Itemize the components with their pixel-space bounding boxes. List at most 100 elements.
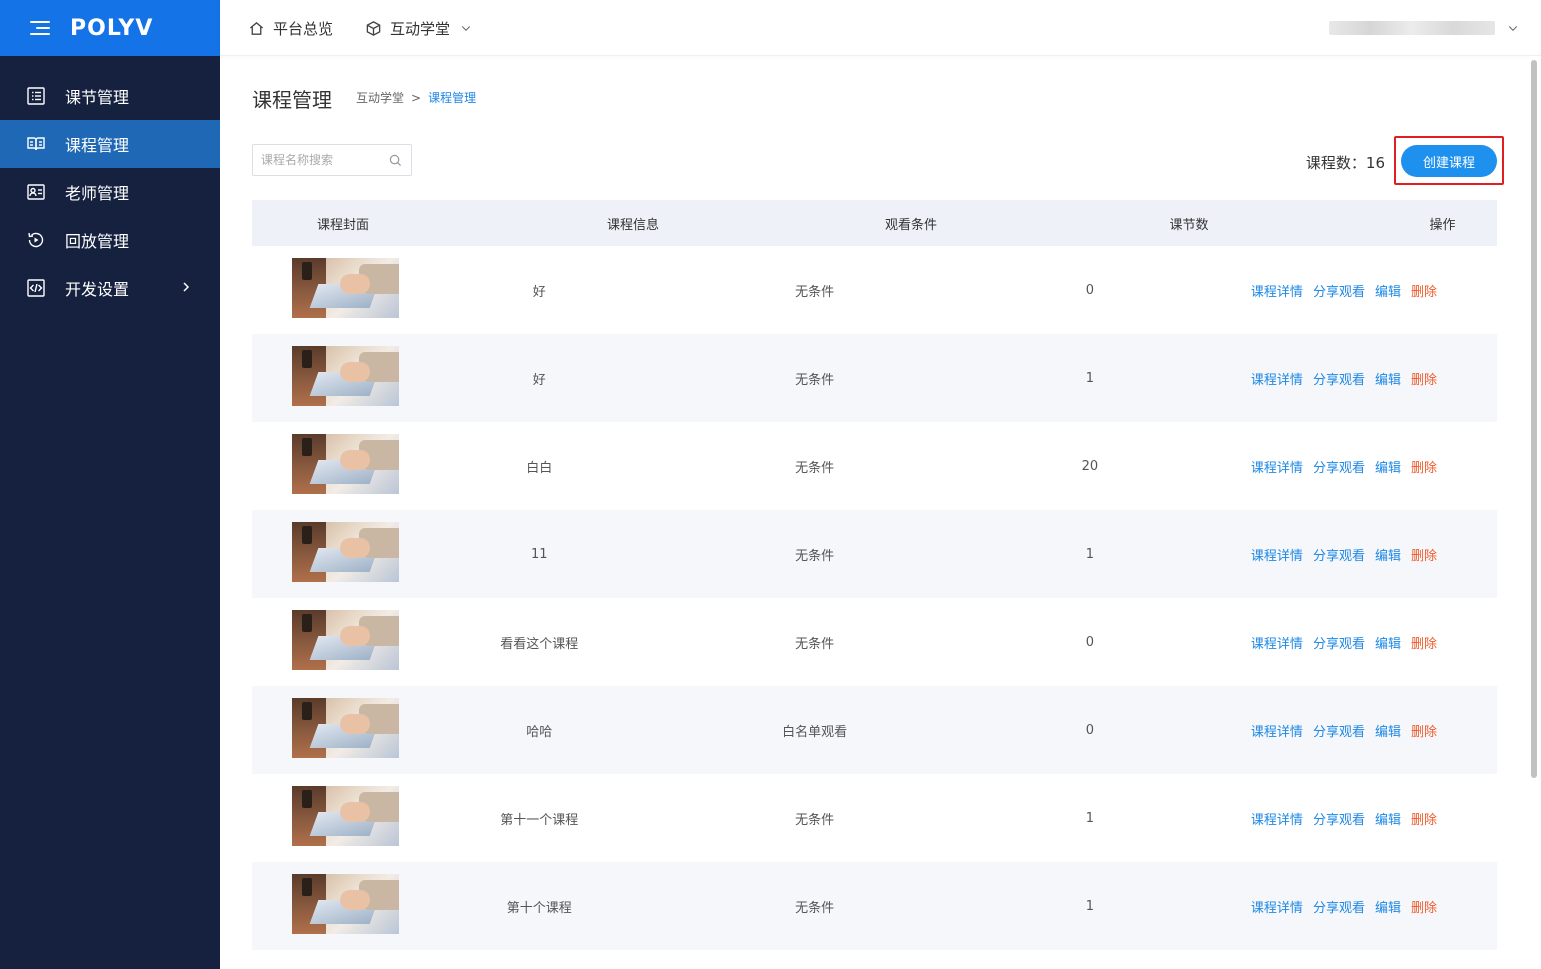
share-watch-link[interactable]: 分享观看: [1313, 897, 1365, 916]
edit-link[interactable]: 编辑: [1375, 545, 1401, 564]
share-watch-link[interactable]: 分享观看: [1313, 809, 1365, 828]
share-watch-link[interactable]: 分享观看: [1313, 457, 1365, 476]
user-menu[interactable]: [1329, 0, 1519, 56]
scrollbar[interactable]: [1529, 56, 1541, 969]
column-header-condition: 观看条件: [884, 217, 937, 233]
delete-link[interactable]: 删除: [1411, 457, 1437, 476]
edit-link[interactable]: 编辑: [1375, 897, 1401, 916]
platform-overview-link[interactable]: 平台总览: [248, 0, 333, 56]
course-name: 11: [530, 546, 548, 562]
row-actions: 课程详情 分享观看 编辑 删除: [1191, 457, 1497, 476]
course-detail-link[interactable]: 课程详情: [1251, 721, 1303, 740]
course-name: 哈哈: [526, 724, 553, 740]
edit-link[interactable]: 编辑: [1375, 457, 1401, 476]
sidebar-item-label: 课程管理: [65, 136, 130, 155]
share-watch-link[interactable]: 分享观看: [1313, 281, 1365, 300]
course-detail-link[interactable]: 课程详情: [1251, 281, 1303, 300]
row-actions: 课程详情 分享观看 编辑 删除: [1191, 545, 1497, 564]
table-row: 看看这个课程 无条件 0 课程详情 分享观看 编辑 删除: [252, 598, 1497, 686]
breadcrumb-item[interactable]: 互动学堂: [356, 89, 404, 106]
edit-link[interactable]: 编辑: [1375, 369, 1401, 388]
watch-condition: 无条件: [795, 812, 835, 828]
id-card-icon: [25, 181, 47, 203]
row-actions: 课程详情 分享观看 编辑 删除: [1191, 633, 1497, 652]
course-count-label: 课程数：: [1305, 154, 1366, 172]
column-header-actions: 操作: [1429, 217, 1456, 233]
cover-cell: [252, 874, 438, 938]
logo: POLYV: [70, 15, 154, 41]
delete-link[interactable]: 删除: [1411, 897, 1437, 916]
chevron-down-icon: [461, 26, 471, 31]
cover-cell: [252, 346, 438, 410]
session-count: 0: [1085, 722, 1095, 738]
chevron-down-icon: [1508, 26, 1518, 31]
sidebar-nav: 课节管理 课程管理 老师管理 回放管理 开发设置: [0, 56, 220, 312]
course-detail-link[interactable]: 课程详情: [1251, 457, 1303, 476]
share-watch-link[interactable]: 分享观看: [1313, 545, 1365, 564]
sidebar-item-courses[interactable]: 课程管理: [0, 120, 220, 168]
watch-condition: 无条件: [795, 548, 835, 564]
delete-link[interactable]: 删除: [1411, 721, 1437, 740]
watch-condition: 无条件: [795, 900, 835, 916]
session-count: 0: [1085, 634, 1095, 650]
course-detail-link[interactable]: 课程详情: [1251, 809, 1303, 828]
row-actions: 课程详情 分享观看 编辑 删除: [1191, 369, 1497, 388]
delete-link[interactable]: 删除: [1411, 545, 1437, 564]
sidebar-item-label: 课节管理: [65, 88, 130, 107]
share-watch-link[interactable]: 分享观看: [1313, 721, 1365, 740]
delete-link[interactable]: 删除: [1411, 633, 1437, 652]
search-icon[interactable]: [389, 154, 402, 167]
table-row: 第十一个课程 无条件 1 课程详情 分享观看 编辑 删除: [252, 774, 1497, 862]
delete-link[interactable]: 删除: [1411, 369, 1437, 388]
course-cover-image: [291, 786, 399, 846]
course-name: 好: [532, 284, 546, 300]
cover-cell: [252, 786, 438, 850]
course-table: 课程封面 课程信息 观看条件 课节数 操作 好 无条件 0 课程详情 分享观看 …: [252, 200, 1497, 950]
course-detail-link[interactable]: 课程详情: [1251, 633, 1303, 652]
replay-icon: [25, 229, 47, 251]
table-row: 好 无条件 1 课程详情 分享观看 编辑 删除: [252, 334, 1497, 422]
share-watch-link[interactable]: 分享观看: [1313, 369, 1365, 388]
book-icon: [25, 133, 47, 155]
course-detail-link[interactable]: 课程详情: [1251, 545, 1303, 564]
list-icon: [25, 85, 47, 107]
column-header-cover: 课程封面: [316, 217, 369, 233]
row-actions: 课程详情 分享观看 编辑 删除: [1191, 721, 1497, 740]
home-icon: [249, 21, 264, 35]
sidebar: POLYV 课节管理 课程管理 老师管理 回放管理 开发设置: [0, 0, 220, 969]
module-dropdown[interactable]: 互动学堂: [365, 0, 472, 56]
breadcrumb: 互动学堂 > 课程管理: [356, 89, 476, 106]
delete-link[interactable]: 删除: [1411, 281, 1437, 300]
edit-link[interactable]: 编辑: [1375, 721, 1401, 740]
scrollbar-thumb[interactable]: [1531, 60, 1537, 778]
sidebar-item-lessons[interactable]: 课节管理: [0, 72, 220, 120]
edit-link[interactable]: 编辑: [1375, 809, 1401, 828]
create-course-button[interactable]: 创建课程: [1401, 145, 1497, 177]
edit-link[interactable]: 编辑: [1375, 281, 1401, 300]
watch-condition: 无条件: [795, 284, 835, 300]
watch-condition: 无条件: [795, 460, 835, 476]
chevron-right-icon: [183, 282, 190, 292]
course-cover-image: [291, 346, 399, 406]
sidebar-item-replay[interactable]: 回放管理: [0, 216, 220, 264]
course-detail-link[interactable]: 课程详情: [1251, 897, 1303, 916]
menu-toggle-icon[interactable]: [30, 20, 50, 36]
code-icon: [25, 277, 47, 299]
edit-link[interactable]: 编辑: [1375, 633, 1401, 652]
row-actions: 课程详情 分享观看 编辑 删除: [1191, 809, 1497, 828]
row-actions: 课程详情 分享观看 编辑 删除: [1191, 897, 1497, 916]
sidebar-item-dev-settings[interactable]: 开发设置: [0, 264, 220, 312]
sidebar-item-teachers[interactable]: 老师管理: [0, 168, 220, 216]
search-input[interactable]: [261, 145, 385, 175]
course-detail-link[interactable]: 课程详情: [1251, 369, 1303, 388]
create-button-highlight: 创建课程: [1394, 136, 1504, 185]
share-watch-link[interactable]: 分享观看: [1313, 633, 1365, 652]
delete-link[interactable]: 删除: [1411, 809, 1437, 828]
course-cover-image: [291, 610, 399, 670]
row-actions: 课程详情 分享观看 编辑 删除: [1191, 281, 1497, 300]
search-box: [252, 144, 412, 176]
column-header-sessions: 课节数: [1169, 217, 1209, 233]
course-cover-image: [291, 258, 399, 318]
cube-icon: [366, 20, 381, 36]
table-header: 课程封面 课程信息 观看条件 课节数 操作: [252, 200, 1497, 246]
